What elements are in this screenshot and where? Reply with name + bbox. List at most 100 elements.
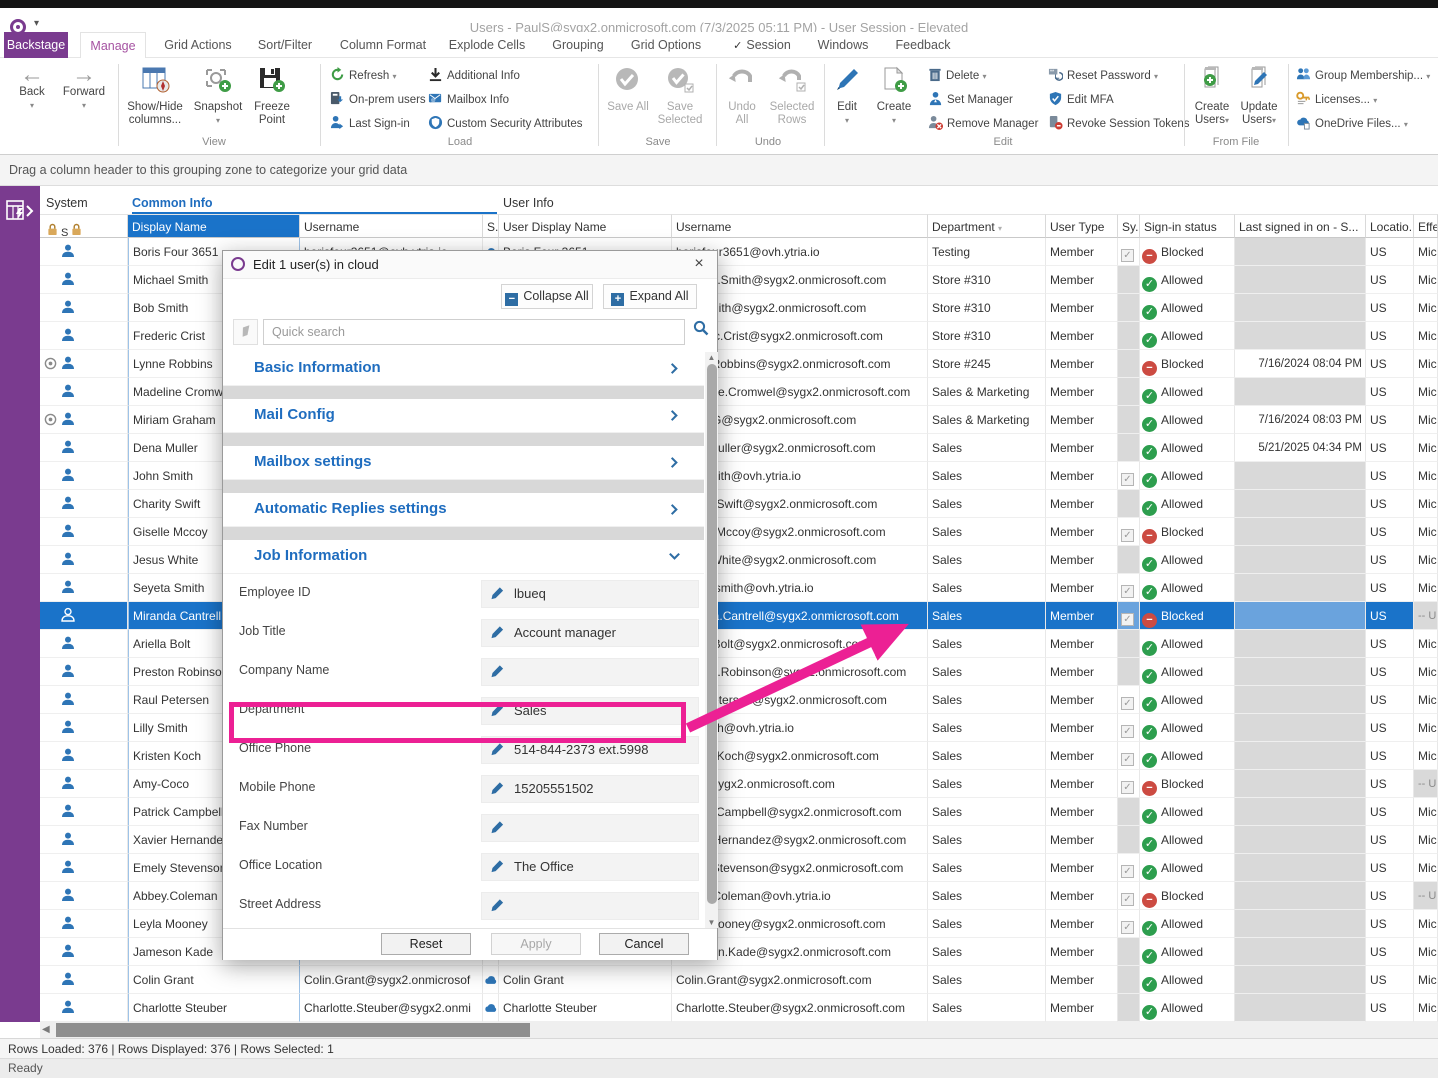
cell-location[interactable]: US	[1366, 546, 1414, 574]
cell-username2[interactable]: Colin.Grant@sygx2.onmicrosoft.com	[672, 966, 928, 994]
cell-department[interactable]: Sales	[928, 910, 1046, 938]
tab-explode-cells[interactable]: Explode Cells	[442, 32, 532, 58]
cell-location[interactable]: US	[1366, 826, 1414, 854]
refresh-button[interactable]: Refresh ▾	[330, 66, 397, 86]
cell-signin[interactable]: ✓Allowed	[1140, 378, 1235, 406]
cell-user_type[interactable]: Member	[1046, 406, 1118, 434]
cell-sy[interactable]: ✓	[1118, 854, 1140, 882]
cell-department[interactable]: Sales	[928, 798, 1046, 826]
cell-signin[interactable]: ✓Allowed	[1140, 910, 1235, 938]
cell-department[interactable]: Store #310	[928, 266, 1046, 294]
cell-effective[interactable]: Mic	[1414, 910, 1438, 938]
cell-signin[interactable]: ✓Allowed	[1140, 434, 1235, 462]
reset-button[interactable]: Reset	[381, 933, 471, 955]
cell-sy[interactable]	[1118, 434, 1140, 462]
tab-column-format[interactable]: Column Format	[336, 32, 430, 58]
cell-location[interactable]: US	[1366, 742, 1414, 770]
row-icon-cell[interactable]	[40, 854, 128, 882]
row-icon-cell[interactable]	[40, 406, 128, 434]
mailbox-info-button[interactable]: @Mailbox Info	[428, 90, 509, 110]
chevron-down-icon[interactable]	[667, 549, 682, 569]
cell-department[interactable]: Sales	[928, 574, 1046, 602]
additional-info-button[interactable]: Additional Info	[428, 66, 520, 86]
cell-location[interactable]: US	[1366, 266, 1414, 294]
cell-department[interactable]: Sales	[928, 546, 1046, 574]
cell-location[interactable]: US	[1366, 574, 1414, 602]
cell-location[interactable]: US	[1366, 798, 1414, 826]
cell-signin[interactable]: ✓Allowed	[1140, 938, 1235, 966]
forward-button[interactable]: → Forward▾	[58, 64, 110, 112]
row-icon-cell[interactable]	[40, 966, 128, 994]
cell-sy[interactable]: ✓	[1118, 602, 1140, 630]
edit-button[interactable]: Edit▾	[828, 64, 866, 127]
chevron-right-icon[interactable]	[667, 455, 682, 475]
row-icon-cell[interactable]	[40, 882, 128, 910]
cell-signin[interactable]: ✓Allowed	[1140, 490, 1235, 518]
cell-user_type[interactable]: Member	[1046, 350, 1118, 378]
cell-location[interactable]: US	[1366, 518, 1414, 546]
cell-effective[interactable]: Mic	[1414, 266, 1438, 294]
cell-user_type[interactable]: Member	[1046, 462, 1118, 490]
cell-signin[interactable]: ✓Allowed	[1140, 686, 1235, 714]
cell-user_type[interactable]: Member	[1046, 910, 1118, 938]
custom-security-attributes-button[interactable]: Custom Security Attributes	[428, 114, 583, 134]
cell-last_signin[interactable]	[1235, 378, 1366, 406]
cell-department[interactable]: Sales	[928, 742, 1046, 770]
cell-last_signin[interactable]	[1235, 630, 1366, 658]
scroll-down-icon[interactable]: ▼	[705, 918, 718, 927]
row-icon-cell[interactable]	[40, 658, 128, 686]
set-manager-button[interactable]: Set Manager	[928, 90, 1013, 110]
cell-sy[interactable]	[1118, 266, 1140, 294]
cell-sy[interactable]: ✓	[1118, 238, 1140, 266]
cell-location[interactable]: US	[1366, 434, 1414, 462]
search-icon[interactable]	[689, 319, 713, 345]
cell-department[interactable]: Sales	[928, 490, 1046, 518]
row-icon-cell[interactable]	[40, 378, 128, 406]
cell-last_signin[interactable]	[1235, 966, 1366, 994]
sync-checkbox[interactable]: ✓	[1121, 781, 1134, 794]
field-input[interactable]	[481, 892, 699, 920]
cell-last_signin[interactable]	[1235, 854, 1366, 882]
cell-location[interactable]: US	[1366, 714, 1414, 742]
sync-checkbox[interactable]: ✓	[1121, 613, 1134, 626]
snapshot-button[interactable]: Snapshot▾	[190, 64, 246, 127]
cell-user_type[interactable]: Member	[1046, 434, 1118, 462]
cell-last_signin[interactable]: 7/16/2024 08:04 PM	[1235, 350, 1366, 378]
cell-location[interactable]: US	[1366, 686, 1414, 714]
reset-password-button[interactable]: **Reset Password ▾	[1048, 66, 1158, 86]
cell-sy[interactable]: ✓	[1118, 742, 1140, 770]
grouping-zone[interactable]: Drag a column header to this grouping zo…	[0, 155, 1438, 186]
cell-effective[interactable]: -- U	[1414, 770, 1438, 798]
cell-username2[interactable]: Charlotte.Steuber@sygx2.onmicrosoft.com	[672, 994, 928, 1022]
cell-department[interactable]: Sales	[928, 854, 1046, 882]
section-automatic-replies-settings[interactable]: Automatic Replies settings	[223, 493, 704, 527]
cell-last_signin[interactable]	[1235, 798, 1366, 826]
cell-effective[interactable]: Mic	[1414, 434, 1438, 462]
cell-user_type[interactable]: Member	[1046, 602, 1118, 630]
cell-last_signin[interactable]	[1235, 602, 1366, 630]
cell-signin[interactable]: −Blocked	[1140, 518, 1235, 546]
cell-last_signin[interactable]	[1235, 882, 1366, 910]
cell-department[interactable]: Store #245	[928, 350, 1046, 378]
cell-signin[interactable]: ✓Allowed	[1140, 546, 1235, 574]
cell-effective[interactable]: Mic	[1414, 546, 1438, 574]
cell-location[interactable]: US	[1366, 490, 1414, 518]
delete-button[interactable]: Delete ▾	[928, 66, 986, 86]
cell-department[interactable]: Sales	[928, 686, 1046, 714]
cell-effective[interactable]: Mic	[1414, 490, 1438, 518]
close-icon[interactable]: ×	[689, 254, 709, 274]
cell-sy[interactable]	[1118, 798, 1140, 826]
tab-windows[interactable]: Windows	[812, 32, 874, 58]
row-icon-cell[interactable]	[40, 266, 128, 294]
field-input[interactable]: Account manager	[481, 619, 699, 647]
field-input[interactable]: The Office	[481, 853, 699, 881]
cell-user_type[interactable]: Member	[1046, 238, 1118, 266]
update-users-button[interactable]: Update Users▾	[1236, 64, 1282, 127]
row-icon-cell[interactable]	[40, 322, 128, 350]
row-icon-cell[interactable]	[40, 770, 128, 798]
edit-mfa-button[interactable]: Edit MFA	[1048, 90, 1114, 110]
cell-last_signin[interactable]	[1235, 658, 1366, 686]
column-header-username[interactable]: Username	[300, 214, 483, 238]
cell-signin[interactable]: ✓Allowed	[1140, 714, 1235, 742]
band-common-info[interactable]: Common Info	[132, 192, 497, 214]
